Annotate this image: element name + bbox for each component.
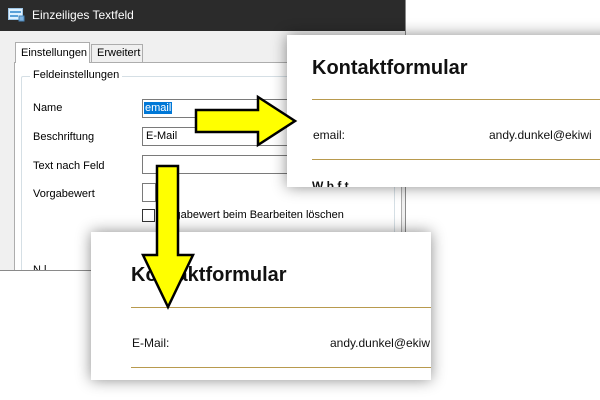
arrows-overlay <box>141 94 298 310</box>
tab-einstellungen[interactable]: Einstellungen <box>15 42 90 63</box>
right-arrow-icon <box>194 94 298 148</box>
down-arrow-icon <box>141 164 195 310</box>
tab-label: Einstellungen <box>21 47 88 59</box>
